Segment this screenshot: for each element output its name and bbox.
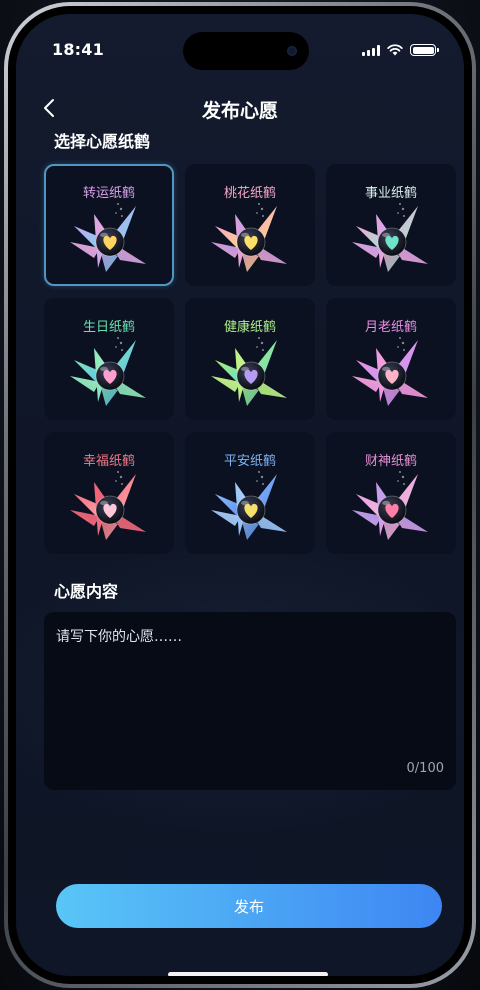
paper-crane-icon [352, 203, 428, 272]
crane-card-label: 财神纸鹤 [364, 454, 417, 469]
crane-card-label: 幸福纸鹤 [82, 454, 135, 469]
paper-crane-icon [352, 471, 428, 540]
crane-card[interactable]: 事业纸鹤 [326, 164, 456, 286]
wish-input[interactable] [56, 626, 444, 746]
paper-crane-icon [70, 471, 146, 540]
crane-card-label: 月老纸鹤 [364, 320, 417, 335]
paper-crane-icon [211, 471, 287, 540]
crane-card-label: 事业纸鹤 [364, 186, 417, 201]
phone-frame: 18:41 发布心愿 选择心愿纸鹤 转运纸鹤 桃花纸鹤 事业纸鹤 生日纸鹤 健康… [4, 2, 476, 988]
battery-icon [410, 44, 439, 56]
crane-card[interactable]: 转运纸鹤 [44, 164, 174, 286]
page-title: 发布心愿 [201, 100, 278, 122]
wish-section-title: 心愿内容 [54, 582, 119, 601]
crane-card[interactable]: 幸福纸鹤 [44, 432, 174, 554]
wish-content-box: 0/100 [44, 612, 456, 790]
front-camera [287, 46, 297, 56]
paper-crane-icon [70, 203, 146, 272]
paper-crane-icon [70, 337, 146, 406]
paper-crane-icon [352, 337, 428, 406]
nav-bar: 发布心愿 [16, 92, 464, 122]
cellular-signal-icon [362, 44, 380, 56]
status-time: 18:41 [52, 40, 104, 59]
publish-button[interactable]: 发布 [56, 884, 442, 928]
crane-card-label: 桃花纸鹤 [223, 186, 276, 201]
dynamic-island [183, 32, 309, 70]
paper-crane-icon [211, 337, 287, 406]
crane-card[interactable]: 财神纸鹤 [326, 432, 456, 554]
crane-grid: 转运纸鹤 桃花纸鹤 事业纸鹤生日纸鹤 健康纸鹤 月老纸鹤幸福纸鹤 平安纸鹤 财神纸鹤 [44, 164, 456, 554]
crane-card-label: 健康纸鹤 [223, 320, 276, 335]
wifi-icon [387, 44, 403, 56]
phone-bezel: 18:41 发布心愿 选择心愿纸鹤 转运纸鹤 桃花纸鹤 事业纸鹤 生日纸鹤 健康… [8, 6, 472, 984]
crane-card[interactable]: 生日纸鹤 [44, 298, 174, 420]
crane-card[interactable]: 桃花纸鹤 [185, 164, 315, 286]
status-icons [362, 44, 439, 56]
app-screen: 18:41 发布心愿 选择心愿纸鹤 转运纸鹤 桃花纸鹤 事业纸鹤 生日纸鹤 健康… [16, 14, 464, 976]
home-indicator[interactable] [168, 972, 328, 976]
crane-card-label: 平安纸鹤 [223, 454, 276, 469]
character-counter: 0/100 [406, 761, 444, 776]
crane-card[interactable]: 平安纸鹤 [185, 432, 315, 554]
crane-card[interactable]: 健康纸鹤 [185, 298, 315, 420]
crane-card[interactable]: 月老纸鹤 [326, 298, 456, 420]
paper-crane-icon [211, 203, 287, 272]
crane-card-label: 转运纸鹤 [82, 186, 135, 201]
crane-section-title: 选择心愿纸鹤 [54, 132, 151, 151]
crane-card-label: 生日纸鹤 [82, 320, 135, 335]
